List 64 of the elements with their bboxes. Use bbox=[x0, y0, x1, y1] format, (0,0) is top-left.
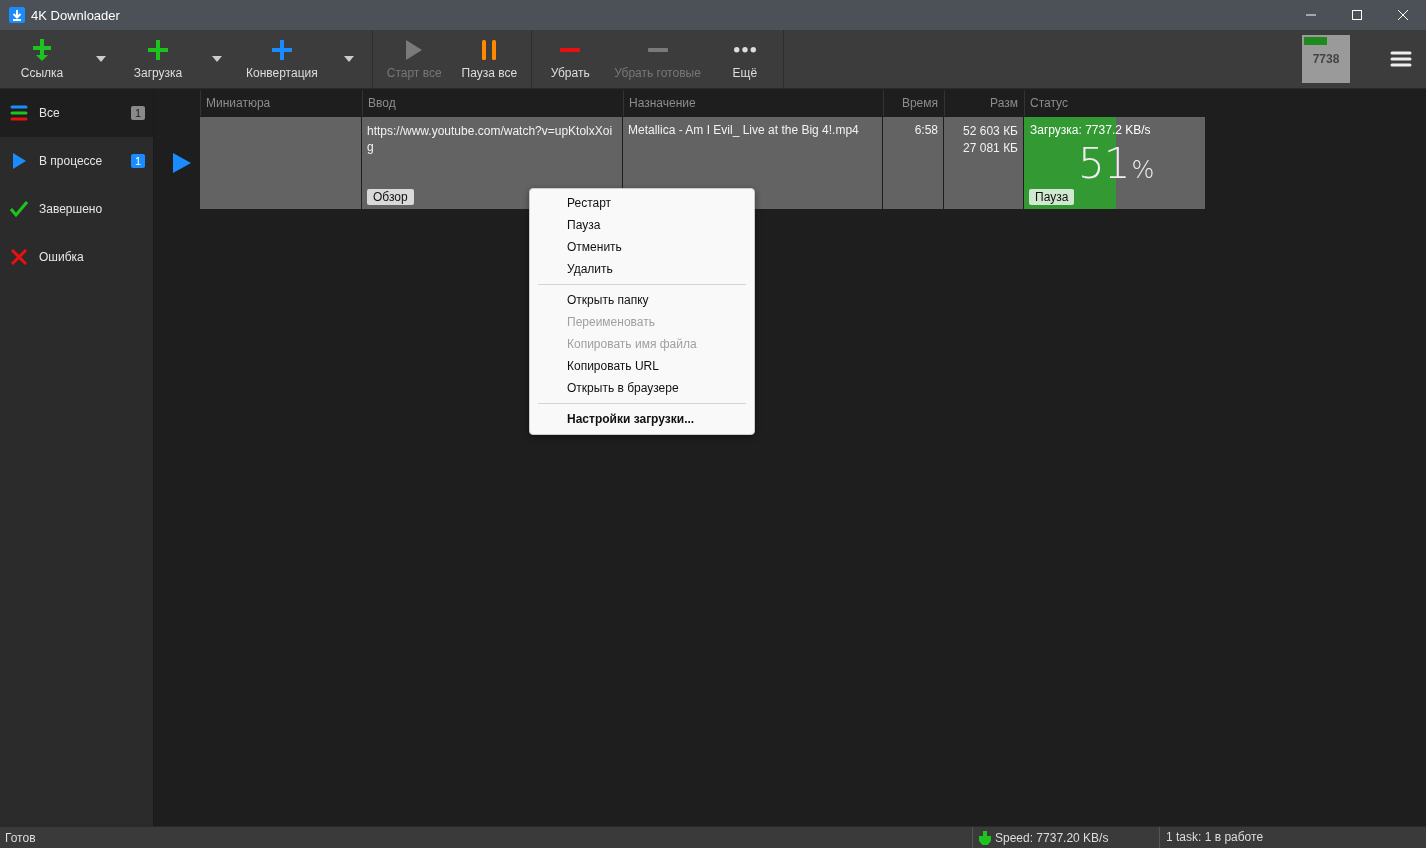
toolbar-button[interactable]: Ещё bbox=[710, 30, 779, 88]
menu-item[interactable]: Копировать URL bbox=[530, 355, 754, 377]
size-text: 27 081 КБ bbox=[963, 140, 1018, 156]
menu-item[interactable]: Рестарт bbox=[530, 192, 754, 214]
toolbar-button[interactable]: Конвертация bbox=[236, 30, 328, 88]
size-text: 52 603 КБ bbox=[963, 123, 1018, 139]
file-name: Metallica - Am I Evil_ Live at the Big 4!.mp4 bbox=[628, 123, 859, 137]
close-icon bbox=[1398, 10, 1408, 20]
checkmark-icon bbox=[10, 200, 28, 218]
column-header[interactable]: Миниатюра bbox=[200, 89, 361, 116]
percent-sign: % bbox=[1131, 156, 1155, 184]
play-icon bbox=[10, 152, 28, 170]
url-text: https://www.youtube.com/watch?v=upKtolxXoig bbox=[367, 123, 614, 155]
download-arrow-icon bbox=[979, 830, 991, 845]
menu-item[interactable]: Пауза bbox=[530, 214, 754, 236]
count-badge: 1 bbox=[130, 154, 145, 168]
sidebar-item[interactable]: В процессе 1 bbox=[0, 137, 153, 185]
sidebar-item[interactable]: Все 1 bbox=[0, 89, 153, 137]
percent-value: 51 bbox=[1078, 139, 1130, 188]
menu-item[interactable]: Открыть папку bbox=[530, 289, 754, 311]
sidebar-label: Все bbox=[39, 106, 61, 120]
speed-bar-icon bbox=[1304, 37, 1327, 45]
column-header[interactable]: Статус bbox=[1024, 89, 1205, 116]
menu-item[interactable]: Открыть в браузере bbox=[530, 377, 754, 399]
menu-item[interactable]: Удалить bbox=[530, 258, 754, 280]
pause-button[interactable]: Пауза bbox=[1029, 189, 1075, 205]
app-logo-icon bbox=[9, 7, 25, 23]
menu-icon bbox=[1390, 50, 1412, 68]
column-header[interactable]: Время bbox=[883, 89, 943, 116]
minus-icon bbox=[560, 47, 581, 52]
caret-icon bbox=[96, 56, 106, 62]
dots-icon bbox=[733, 46, 756, 53]
speed-text: Speed: 7737.20 KB/s bbox=[995, 830, 1109, 845]
duration-text: 6:58 bbox=[914, 123, 938, 137]
plus-icon bbox=[147, 38, 169, 61]
toolbar-button[interactable]: Загрузка bbox=[120, 30, 196, 88]
maximize-icon bbox=[1352, 10, 1362, 20]
menu-item[interactable]: Отменить bbox=[530, 236, 754, 258]
column-header[interactable]: Ввод bbox=[362, 89, 622, 116]
status-text: Загрузка: 7737.2 KB/s bbox=[1030, 123, 1151, 137]
column-header[interactable]: Назначение bbox=[623, 89, 882, 116]
sidebar-item[interactable]: Завершено bbox=[0, 185, 153, 233]
plus-arrow-icon bbox=[31, 38, 53, 61]
plus-icon bbox=[270, 38, 293, 61]
cross-icon bbox=[10, 248, 28, 266]
sidebar-label: В процессе bbox=[39, 154, 104, 168]
menu-item[interactable]: Настройки загрузки... bbox=[530, 408, 754, 430]
window-title: 4K Downloader bbox=[31, 7, 120, 23]
list-icon bbox=[10, 104, 28, 122]
caret-icon bbox=[343, 56, 354, 62]
toolbar-button[interactable]: Убрать bbox=[536, 30, 605, 88]
browse-button[interactable]: Обзор bbox=[367, 189, 414, 205]
caret-icon bbox=[212, 56, 222, 62]
minus-icon bbox=[647, 47, 668, 52]
sidebar-item[interactable]: Ошибка bbox=[0, 233, 153, 281]
sidebar-label: Ошибка bbox=[39, 250, 85, 264]
column-header[interactable]: Разм bbox=[944, 89, 1023, 116]
task-count-text: 1 task: 1 в работе bbox=[1159, 827, 1426, 848]
table-cell[interactable]: 6:58 bbox=[883, 117, 943, 209]
toolbar-button[interactable]: Пауза все bbox=[451, 30, 528, 88]
sidebar-label: Завершено bbox=[39, 202, 104, 216]
toolbar-button[interactable]: Ссылка bbox=[4, 30, 80, 88]
status-text: Готов bbox=[4, 830, 37, 845]
count-badge: 1 bbox=[130, 106, 145, 120]
